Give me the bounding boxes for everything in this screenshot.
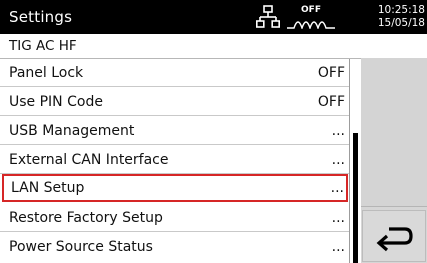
menu-item-use-pin-code[interactable]: Use PIN Code OFF xyxy=(0,88,349,116)
menu-item-restore-factory-setup[interactable]: Restore Factory Setup ... xyxy=(0,204,349,232)
network-icon xyxy=(256,5,280,28)
page-title: Settings xyxy=(9,8,73,26)
menu-item-label: Restore Factory Setup xyxy=(9,210,163,226)
process-mode: TIG AC HF xyxy=(9,38,77,54)
scrollbar-thumb[interactable] xyxy=(353,133,358,263)
menu-item-value: ... xyxy=(331,210,345,226)
menu-item-label: Use PIN Code xyxy=(9,94,103,110)
menu-item-label: External CAN Interface xyxy=(9,152,169,168)
menu-item-value: ... xyxy=(331,152,345,168)
wave-icon xyxy=(287,21,335,29)
side-panel-empty-slot xyxy=(361,58,427,207)
output-off-label: OFF xyxy=(301,5,321,15)
mode-bar: TIG AC HF xyxy=(0,34,427,59)
settings-menu: Panel Lock OFF Use PIN Code OFF USB Mana… xyxy=(0,59,349,263)
menu-item-external-can-interface[interactable]: External CAN Interface ... xyxy=(0,146,349,174)
output-status: OFF xyxy=(286,4,336,30)
menu-item-lan-setup[interactable]: LAN Setup ... xyxy=(2,174,348,202)
menu-item-label: LAN Setup xyxy=(11,180,85,196)
back-arrow-icon xyxy=(376,227,413,252)
title-bar: Settings OFF 10:25:18 15/05/18 xyxy=(0,0,427,34)
back-button[interactable] xyxy=(362,210,426,262)
menu-item-label: Power Source Status xyxy=(9,239,153,255)
menu-item-usb-management[interactable]: USB Management ... xyxy=(0,117,349,145)
clock-date: 15/05/18 xyxy=(377,16,425,29)
menu-item-value: ... xyxy=(331,123,345,139)
menu-item-power-source-status[interactable]: Power Source Status ... xyxy=(0,233,349,261)
menu-item-label: USB Management xyxy=(9,123,135,139)
menu-item-value: OFF xyxy=(317,65,345,81)
menu-item-value: ... xyxy=(331,239,345,255)
menu-item-label: Panel Lock xyxy=(9,65,84,81)
clock: 10:25:18 15/05/18 xyxy=(357,4,425,29)
menu-item-value: ... xyxy=(330,180,344,196)
menu-item-value: OFF xyxy=(317,94,345,110)
clock-time: 10:25:18 xyxy=(377,4,425,16)
menu-item-panel-lock[interactable]: Panel Lock OFF xyxy=(0,59,349,87)
